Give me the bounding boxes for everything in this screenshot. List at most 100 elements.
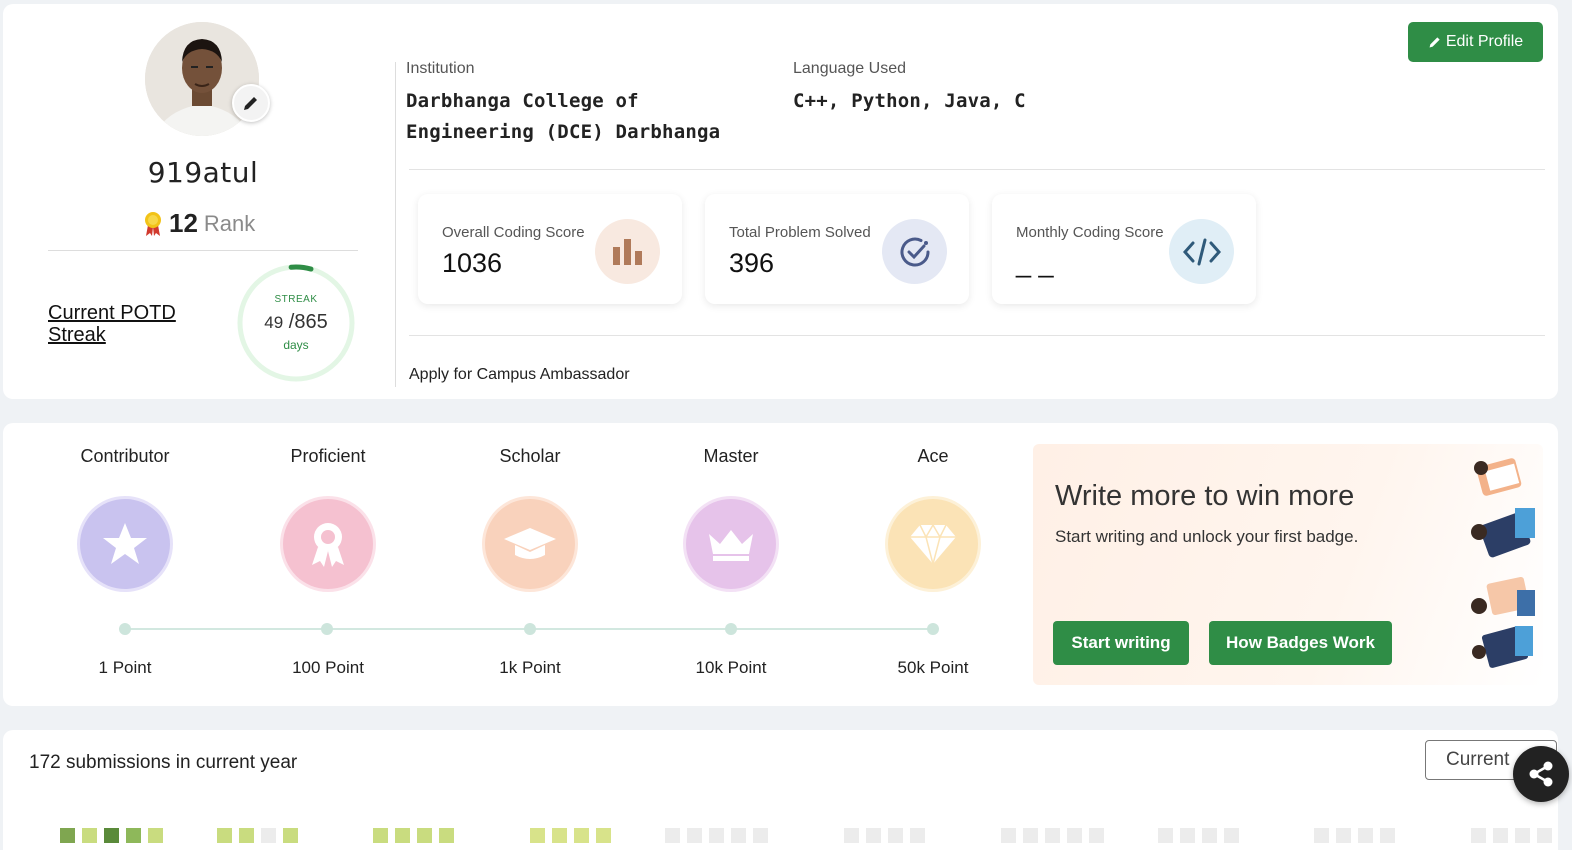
medal-icon bbox=[145, 211, 161, 236]
badge-ace: Ace bbox=[873, 446, 993, 467]
badges-card: Contributor Proficient Scholar Master Ac… bbox=[3, 423, 1558, 706]
divider bbox=[409, 169, 1545, 170]
heatmap-cell[interactable] bbox=[82, 828, 97, 843]
heatmap-cell[interactable] bbox=[1001, 828, 1016, 843]
edit-profile-label: Edit Profile bbox=[1445, 33, 1524, 50]
heatmap-cell[interactable] bbox=[261, 828, 276, 843]
badge-points: 1 Point bbox=[98, 658, 152, 677]
edit-avatar-button[interactable] bbox=[232, 84, 270, 122]
start-writing-button[interactable]: Start writing bbox=[1053, 621, 1189, 665]
heatmap-cell[interactable] bbox=[104, 828, 119, 843]
timeline-dot bbox=[119, 623, 131, 635]
badge-title: Scholar bbox=[499, 446, 561, 466]
heatmap-cell[interactable] bbox=[866, 828, 881, 843]
heatmap-cell[interactable] bbox=[1314, 828, 1329, 843]
badge-points: 1k Point bbox=[499, 658, 561, 677]
heatmap-cell[interactable] bbox=[1471, 828, 1486, 843]
username: 919atul bbox=[147, 156, 259, 189]
heatmap-cell[interactable] bbox=[1515, 828, 1530, 843]
star-icon bbox=[80, 499, 170, 589]
heatmap-cell[interactable] bbox=[395, 828, 410, 843]
stat-value: _ _ bbox=[1016, 248, 1054, 278]
badge-points: 50k Point bbox=[897, 658, 969, 677]
stat-label: Total Problem Solved bbox=[729, 224, 871, 241]
heatmap-cell[interactable] bbox=[283, 828, 298, 843]
streak-value: 49 /865 bbox=[264, 311, 327, 334]
pencil-icon bbox=[1429, 37, 1440, 48]
timeline-dot bbox=[321, 623, 333, 635]
heatmap-cell[interactable] bbox=[217, 828, 232, 843]
language-value: C++, Python, Java, C bbox=[793, 90, 1026, 112]
heatmap-cell[interactable] bbox=[1180, 828, 1195, 843]
heatmap-cell[interactable] bbox=[709, 828, 724, 843]
heatmap-cell[interactable] bbox=[574, 828, 589, 843]
stat-label: Monthly Coding Score bbox=[1016, 224, 1164, 241]
divider bbox=[48, 250, 358, 251]
badge-title: Master bbox=[703, 446, 759, 466]
heatmap-cell[interactable] bbox=[148, 828, 163, 843]
badge-title: Contributor bbox=[80, 446, 170, 466]
writers-illustration bbox=[1471, 458, 1535, 668]
heatmap-cell[interactable] bbox=[1023, 828, 1038, 843]
heatmap-cell[interactable] bbox=[596, 828, 611, 843]
heatmap-cell[interactable] bbox=[239, 828, 254, 843]
code-icon bbox=[1169, 219, 1234, 284]
check-circle-icon bbox=[882, 219, 947, 284]
crown-icon bbox=[686, 499, 776, 589]
heatmap-cell[interactable] bbox=[910, 828, 925, 843]
heatmap-cell[interactable] bbox=[60, 828, 75, 843]
share-button[interactable] bbox=[1513, 746, 1569, 802]
heatmap-cell[interactable] bbox=[888, 828, 903, 843]
heatmap-cell[interactable] bbox=[373, 828, 388, 843]
heatmap-cell[interactable] bbox=[552, 828, 567, 843]
graduation-cap-icon bbox=[485, 499, 575, 589]
potd-streak-link[interactable]: Current POTD Streak bbox=[48, 302, 198, 346]
heatmap-cell[interactable] bbox=[530, 828, 545, 843]
heatmap-cell[interactable] bbox=[1067, 828, 1082, 843]
heatmap-cell[interactable] bbox=[753, 828, 768, 843]
campus-ambassador-link[interactable]: Apply for Campus Ambassador bbox=[409, 366, 630, 384]
heatmap-cell[interactable] bbox=[126, 828, 141, 843]
edit-profile-button[interactable]: Edit Profile bbox=[1408, 22, 1543, 62]
heatmap-cell[interactable] bbox=[731, 828, 746, 843]
diamond-icon bbox=[888, 499, 978, 589]
heatmap-cell[interactable] bbox=[1045, 828, 1060, 843]
rank: 12 Rank bbox=[143, 208, 255, 239]
institution-value: Darbhanga College of Engineering (DCE) D… bbox=[406, 90, 721, 143]
heatmap-cell[interactable] bbox=[1224, 828, 1239, 843]
heatmap-cell[interactable] bbox=[1358, 828, 1373, 843]
divider bbox=[409, 335, 1545, 336]
badge-title: Proficient bbox=[290, 446, 366, 466]
write-promo-banner: Write more to win more Start writing and… bbox=[1033, 444, 1543, 685]
heatmap-cell[interactable] bbox=[1537, 828, 1552, 843]
heatmap-cell[interactable] bbox=[665, 828, 680, 843]
promo-title: Write more to win more bbox=[1055, 480, 1355, 512]
profile-card: 919atul 12 Rank Current POTD Streak STRE… bbox=[3, 4, 1558, 399]
heatmap-cell[interactable] bbox=[417, 828, 432, 843]
streak-counter: STREAK 49 /865 days bbox=[235, 262, 357, 384]
heatmap-cell[interactable] bbox=[687, 828, 702, 843]
heatmap-cell[interactable] bbox=[1493, 828, 1508, 843]
stat-value: 1036 bbox=[442, 248, 503, 278]
share-icon bbox=[1529, 761, 1553, 787]
promo-subtitle: Start writing and unlock your first badg… bbox=[1055, 527, 1359, 546]
badge-points: 100 Point bbox=[292, 658, 364, 677]
heatmap-cell[interactable] bbox=[1336, 828, 1351, 843]
streak-unit: days bbox=[283, 338, 309, 352]
heatmap-cell[interactable] bbox=[439, 828, 454, 843]
stat-label: Overall Coding Score bbox=[442, 224, 585, 241]
badge-master: Master bbox=[671, 446, 791, 467]
stat-card-coding-score: Overall Coding Score 1036 bbox=[418, 194, 682, 304]
submissions-heatmap-card: 172 submissions in current year Current bbox=[3, 730, 1558, 850]
stat-card-problems-solved: Total Problem Solved 396 bbox=[705, 194, 969, 304]
pencil-icon bbox=[244, 97, 257, 110]
heatmap-cell[interactable] bbox=[844, 828, 859, 843]
bar-chart-icon bbox=[595, 219, 660, 284]
heatmap-cell[interactable] bbox=[1202, 828, 1217, 843]
heatmap-cell[interactable] bbox=[1158, 828, 1173, 843]
how-badges-work-button[interactable]: How Badges Work bbox=[1209, 621, 1392, 665]
heatmap-cell[interactable] bbox=[1089, 828, 1104, 843]
timeline-dot bbox=[524, 623, 536, 635]
heatmap-cell[interactable] bbox=[1380, 828, 1395, 843]
rank-number: 12 bbox=[169, 208, 198, 238]
